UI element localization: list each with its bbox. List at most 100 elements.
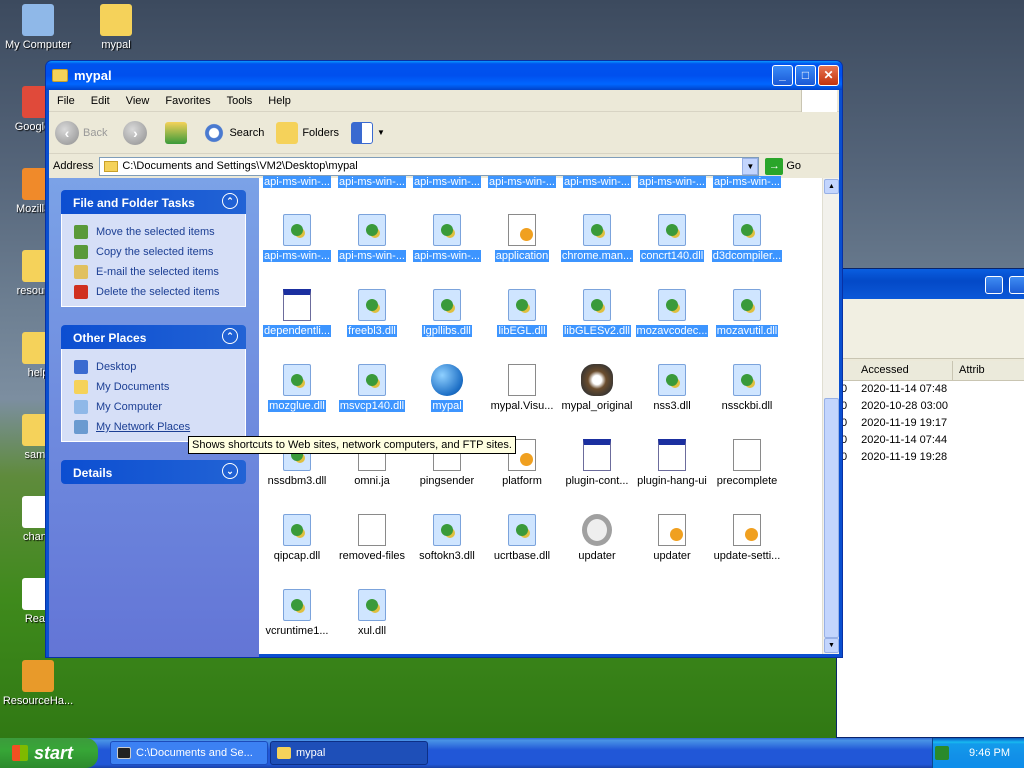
file-item[interactable]: precomplete — [709, 439, 785, 490]
forward-button[interactable]: › — [123, 120, 148, 145]
menu-tools[interactable]: Tools — [219, 95, 261, 107]
file-item[interactable]: api-ms-win-... — [709, 176, 785, 191]
table-row[interactable]: 0 2020-11-19 19:28 — [837, 449, 1024, 466]
maximize-icon[interactable] — [1009, 276, 1024, 294]
other-places-header[interactable]: Other Places ⌃ — [61, 325, 246, 349]
maximize-button[interactable]: □ — [795, 65, 816, 86]
search-button[interactable]: Search — [203, 121, 264, 144]
details-header[interactable]: Details ⌄ — [61, 460, 246, 484]
file-item[interactable]: concrt140.dll — [634, 214, 710, 265]
file-item[interactable]: xul.dll — [334, 589, 410, 640]
collapse-icon[interactable]: ⌃ — [222, 193, 238, 209]
file-item[interactable]: nssckbi.dll — [709, 364, 785, 415]
file-item[interactable]: qipcap.dll — [259, 514, 335, 565]
file-item[interactable]: removed-files — [334, 514, 410, 565]
dll-file-icon — [358, 289, 386, 321]
menu-view[interactable]: View — [118, 95, 158, 107]
file-item[interactable]: api-ms-win-... — [484, 176, 560, 191]
start-button[interactable]: start — [0, 738, 98, 768]
file-item[interactable]: api-ms-win-... — [259, 176, 335, 191]
file-item[interactable]: mozavutil.dll — [709, 289, 785, 340]
file-item[interactable]: api-ms-win-... — [334, 176, 410, 191]
scroll-down-button[interactable]: ▼ — [824, 638, 839, 653]
background-window[interactable]: Accessed Attrib 0 2020-11-14 07:48 0 2020-1… — [836, 268, 1024, 738]
file-item[interactable]: api-ms-win-... — [409, 176, 485, 191]
vertical-scrollbar[interactable]: ▲ ▼ — [822, 178, 839, 654]
file-item[interactable]: update-setti... — [709, 514, 785, 565]
views-button[interactable]: ▼ — [351, 121, 385, 144]
file-folder-tasks-header[interactable]: File and Folder Tasks ⌃ — [61, 190, 246, 214]
file-item[interactable]: libGLESv2.dll — [559, 289, 635, 340]
collapse-icon[interactable]: ⌃ — [222, 328, 238, 344]
place-item-my-documents[interactable]: My Documents — [74, 377, 245, 397]
file-item[interactable]: mypal — [409, 364, 485, 415]
desk-icon-resource-hacker[interactable]: ResourceHa... — [0, 660, 76, 707]
column-header-accessed[interactable]: Accessed — [837, 361, 953, 380]
desk-icon-my-computer[interactable]: My Computer — [0, 4, 76, 51]
go-button[interactable]: → Go — [765, 157, 801, 175]
table-row[interactable]: 0 2020-11-19 19:17 — [837, 415, 1024, 432]
task-item-email[interactable]: E-mail the selected items — [74, 262, 245, 282]
file-item[interactable]: chrome.man... — [559, 214, 635, 265]
expand-icon[interactable]: ⌄ — [222, 463, 238, 479]
taskbar-item-mypal[interactable]: mypal — [270, 741, 428, 765]
file-item[interactable]: api-ms-win-... — [559, 176, 635, 191]
task-item-move[interactable]: Move the selected items — [74, 222, 245, 242]
file-item[interactable]: dependentli... — [259, 289, 335, 340]
column-header-attributes[interactable]: Attrib — [953, 361, 1024, 380]
background-window-titlebar[interactable] — [837, 269, 1024, 299]
file-item[interactable]: api-ms-win-... — [259, 214, 335, 265]
up-folder-icon[interactable] — [165, 121, 188, 144]
place-item-desktop[interactable]: Desktop — [74, 357, 245, 377]
task-item-delete[interactable]: Delete the selected items — [74, 282, 245, 302]
tray-icon[interactable] — [935, 746, 950, 760]
file-item[interactable]: api-ms-win-... — [334, 214, 410, 265]
menu-file[interactable]: File — [49, 95, 83, 107]
place-item-my-computer[interactable]: My Computer — [74, 397, 245, 417]
table-row[interactable]: 0 2020-10-28 03:00 — [837, 398, 1024, 415]
file-item[interactable]: ucrtbase.dll — [484, 514, 560, 565]
menu-favorites[interactable]: Favorites — [157, 95, 218, 107]
folders-button[interactable]: Folders — [276, 121, 339, 144]
file-item[interactable]: mozglue.dll — [259, 364, 335, 415]
back-arrow-icon[interactable]: ‹ — [55, 120, 79, 145]
address-dropdown-button[interactable]: ▼ — [742, 157, 759, 175]
file-item[interactable]: api-ms-win-... — [634, 176, 710, 191]
my-computer-icon — [22, 4, 54, 36]
menu-help[interactable]: Help — [260, 95, 299, 107]
close-button[interactable]: ✕ — [818, 65, 839, 86]
file-item[interactable]: plugin-cont... — [559, 439, 635, 490]
file-item[interactable]: libEGL.dll — [484, 289, 560, 340]
file-item[interactable]: softokn3.dll — [409, 514, 485, 565]
email-icon — [74, 265, 88, 279]
file-item[interactable]: application — [484, 214, 560, 265]
taskbar-item-7zip[interactable]: C:\Documents and Se... — [110, 741, 268, 765]
file-item[interactable]: mypal.Visu... — [484, 364, 560, 415]
file-item[interactable]: mozavcodec... — [634, 289, 710, 340]
file-item[interactable]: updater — [634, 514, 710, 565]
task-item-copy[interactable]: Copy the selected items — [74, 242, 245, 262]
desk-icon-mypal[interactable]: mypal — [78, 4, 154, 51]
back-button[interactable]: Back — [83, 127, 107, 139]
file-item[interactable]: plugin-hang-ui — [634, 439, 710, 490]
file-item[interactable]: vcruntime1... — [259, 589, 335, 640]
minimize-button[interactable]: _ — [772, 65, 793, 86]
file-item[interactable]: lgpllibs.dll — [409, 289, 485, 340]
explorer-window[interactable]: mypal _ □ ✕ File Edit View Favorites Too… — [45, 60, 843, 658]
title-bar[interactable]: mypal — [46, 61, 842, 90]
scroll-thumb[interactable] — [824, 398, 839, 638]
file-item[interactable]: d3dcompiler... — [709, 214, 785, 265]
menu-edit[interactable]: Edit — [83, 95, 118, 107]
file-item[interactable]: mypal_original — [559, 364, 635, 415]
file-item[interactable]: msvcp140.dll — [334, 364, 410, 415]
place-item-network-places[interactable]: My Network Places — [74, 417, 245, 437]
address-input[interactable]: C:\Documents and Settings\VM2\Desktop\my… — [99, 156, 760, 176]
file-item[interactable]: freebl3.dll — [334, 289, 410, 340]
file-item[interactable]: nss3.dll — [634, 364, 710, 415]
table-row[interactable]: 0 2020-11-14 07:48 — [837, 381, 1024, 398]
file-item[interactable]: updater — [559, 514, 635, 565]
table-row[interactable]: 0 2020-11-14 07:44 — [837, 432, 1024, 449]
scroll-up-button[interactable]: ▲ — [824, 179, 839, 194]
minimize-icon[interactable] — [985, 276, 1003, 294]
file-item[interactable]: api-ms-win-... — [409, 214, 485, 265]
